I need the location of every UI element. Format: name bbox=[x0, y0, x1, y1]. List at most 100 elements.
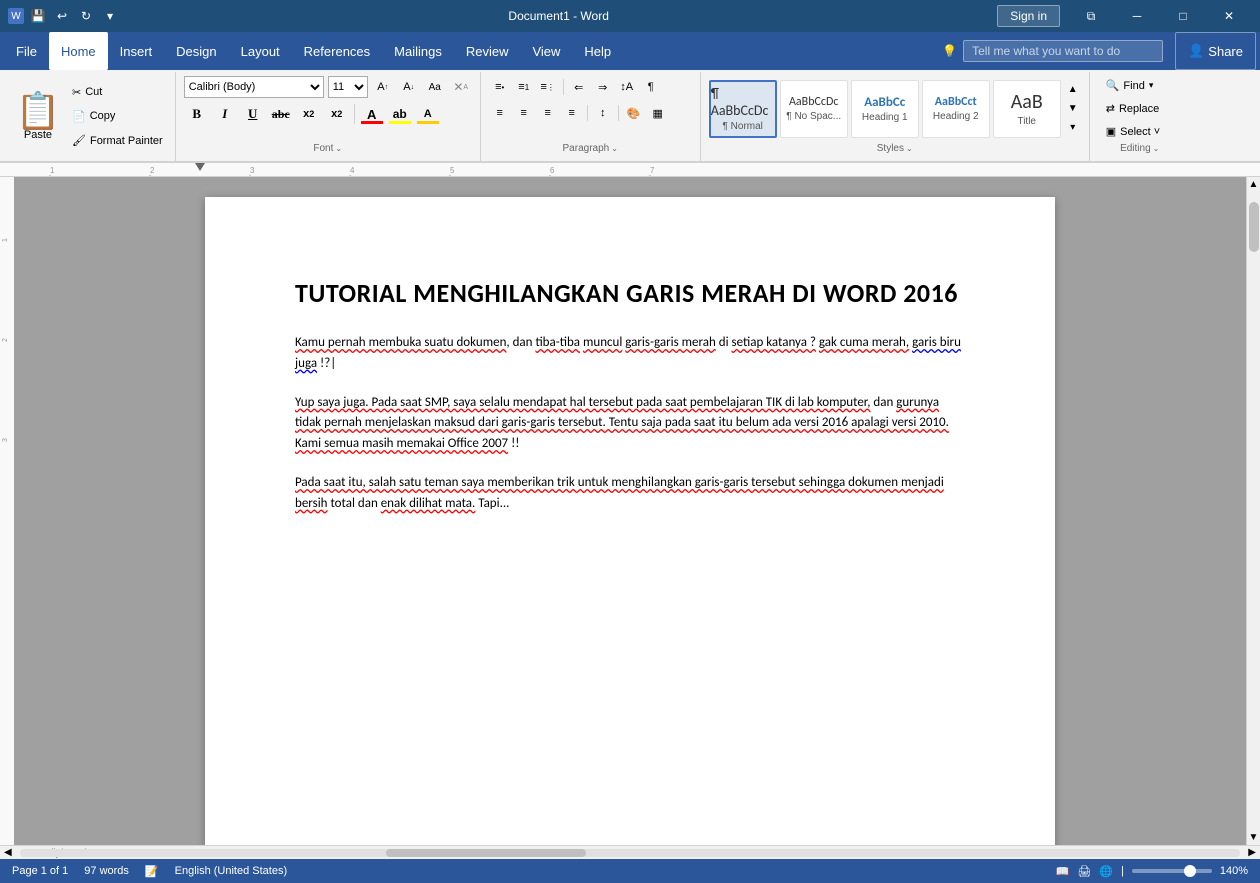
menu-help[interactable]: Help bbox=[572, 32, 623, 70]
scroll-track[interactable] bbox=[1249, 192, 1259, 830]
menu-design[interactable]: Design bbox=[164, 32, 228, 70]
svg-text:5: 5 bbox=[450, 166, 455, 175]
strikethrough-button[interactable]: abc bbox=[268, 102, 294, 126]
menu-view[interactable]: View bbox=[520, 32, 572, 70]
increase-indent-button[interactable]: ⇒ bbox=[592, 76, 614, 98]
border-button[interactable]: ▦ bbox=[647, 102, 669, 124]
undo-button[interactable]: ↩ bbox=[52, 6, 72, 26]
tell-me-input[interactable] bbox=[963, 40, 1163, 62]
web-layout-icon[interactable]: 🌐 bbox=[1099, 865, 1113, 878]
maximize-button[interactable]: □ bbox=[1160, 0, 1206, 32]
highlight-button[interactable]: ab bbox=[387, 102, 413, 126]
scroll-up-button[interactable]: ▲ bbox=[1247, 177, 1260, 192]
document-paragraph-1[interactable]: Kamu pernah membuka suatu dokumen, dan t… bbox=[295, 333, 965, 375]
scroll-right-button[interactable]: ▶ bbox=[1244, 845, 1260, 860]
vertical-scrollbar[interactable]: ▲ ▼ bbox=[1246, 177, 1260, 845]
line-spacing-button[interactable]: ↕ bbox=[592, 102, 614, 124]
style-normal-preview: ¶ AaBbCcDc bbox=[711, 85, 775, 119]
format-painter-button[interactable]: 🖌 Format Painter bbox=[68, 132, 167, 149]
superscript-button[interactable]: x2 bbox=[324, 102, 350, 126]
cut-button[interactable]: ✂ Cut bbox=[68, 84, 167, 101]
align-left-button[interactable]: ≡ bbox=[489, 102, 511, 124]
shading-para-button[interactable]: 🎨 bbox=[623, 102, 645, 124]
cursor bbox=[330, 356, 336, 371]
select-button[interactable]: ▣ Select ˅ bbox=[1098, 122, 1168, 141]
print-layout-icon[interactable]: 🖨 bbox=[1077, 865, 1091, 878]
menu-insert[interactable]: Insert bbox=[108, 32, 165, 70]
replace-button[interactable]: ⇄ Replace bbox=[1098, 99, 1168, 118]
menu-home[interactable]: Home bbox=[49, 32, 108, 70]
quick-access-more[interactable]: ▾ bbox=[100, 6, 120, 26]
clipboard-group: 📋 Paste ✂ Cut 📄 Copy 🖌 Format Painter bbox=[4, 72, 176, 161]
font-top: Calibri (Body) 11 A↑ A↓ Aa ✕A B I U abc … bbox=[184, 76, 472, 141]
save-button[interactable]: 💾 bbox=[28, 6, 48, 26]
menu-layout[interactable]: Layout bbox=[229, 32, 292, 70]
style-nospace[interactable]: AaBbCcDc ¶ No Spac... bbox=[780, 80, 848, 138]
underline-button[interactable]: U bbox=[240, 102, 266, 126]
style-heading2[interactable]: AaBbCct Heading 2 bbox=[922, 80, 990, 138]
paragraph-expand-icon[interactable]: ⌄ bbox=[611, 144, 618, 153]
svg-text:6: 6 bbox=[550, 166, 555, 175]
style-heading1[interactable]: AaBbCc Heading 1 bbox=[851, 80, 919, 138]
read-mode-icon[interactable]: 📖 bbox=[1056, 865, 1070, 878]
minimize-button[interactable]: ─ bbox=[1114, 0, 1160, 32]
style-scroll-more[interactable]: ▾ bbox=[1065, 120, 1081, 136]
justify-button[interactable]: ≡ bbox=[561, 102, 583, 124]
font-size-select[interactable]: 11 bbox=[328, 76, 368, 98]
paste-button[interactable]: 📋 Paste bbox=[12, 89, 64, 145]
align-center-button[interactable]: ≡ bbox=[513, 102, 535, 124]
style-nospace-preview: AaBbCcDc bbox=[789, 95, 838, 109]
text-color-button[interactable]: A bbox=[359, 102, 385, 126]
copy-button[interactable]: 📄 Copy bbox=[68, 108, 167, 125]
bullet-list-button[interactable]: ≡• bbox=[489, 76, 511, 98]
redo-button[interactable]: ↻ bbox=[76, 6, 96, 26]
document-paragraph-3[interactable]: Pada saat itu, salah satu teman saya mem… bbox=[295, 473, 965, 515]
menu-references[interactable]: References bbox=[292, 32, 382, 70]
style-scroll: ▲ ▼ ▾ bbox=[1065, 80, 1081, 138]
italic-button[interactable]: I bbox=[212, 102, 238, 126]
clear-format-button[interactable]: ✕A bbox=[450, 76, 472, 98]
style-scroll-up[interactable]: ▲ bbox=[1065, 82, 1081, 98]
find-button[interactable]: 🔍 Find ▾ bbox=[1098, 76, 1162, 95]
bold-button[interactable]: B bbox=[184, 102, 210, 126]
font-expand-icon[interactable]: ⌄ bbox=[335, 144, 342, 153]
style-title[interactable]: AaB Title bbox=[993, 80, 1061, 138]
paste-label: Paste bbox=[24, 129, 52, 141]
editing-expand-icon[interactable]: ⌄ bbox=[1153, 144, 1160, 153]
page-info: Page 1 of 1 bbox=[12, 865, 68, 877]
numbered-list-button[interactable]: ≡1 bbox=[513, 76, 535, 98]
styles-expand-icon[interactable]: ⌄ bbox=[906, 144, 913, 153]
scroll-thumb[interactable] bbox=[1249, 202, 1259, 252]
menu-file[interactable]: File bbox=[4, 32, 49, 70]
style-title-preview: AaB bbox=[1011, 90, 1043, 114]
font-grow-button[interactable]: A↑ bbox=[372, 76, 394, 98]
subscript-button[interactable]: x2 bbox=[296, 102, 322, 126]
shading-button[interactable]: A bbox=[415, 102, 441, 126]
status-bar: Page 1 of 1 97 words 📝 English (United S… bbox=[0, 859, 1260, 883]
h-scroll-track[interactable] bbox=[20, 849, 1241, 857]
sort-button[interactable]: ↕A bbox=[616, 76, 638, 98]
scroll-down-button[interactable]: ▼ bbox=[1247, 830, 1260, 845]
font-family-select[interactable]: Calibri (Body) bbox=[184, 76, 324, 98]
sign-in-button[interactable]: Sign in bbox=[997, 5, 1060, 27]
align-right-button[interactable]: ≡ bbox=[537, 102, 559, 124]
style-normal[interactable]: ¶ AaBbCcDc ¶ Normal bbox=[709, 80, 777, 138]
document-paragraph-2[interactable]: Yup saya juga. Pada saat SMP, saya selal… bbox=[295, 393, 965, 455]
style-scroll-down[interactable]: ▼ bbox=[1065, 101, 1081, 117]
menu-review[interactable]: Review bbox=[454, 32, 521, 70]
close-button[interactable]: ✕ bbox=[1206, 0, 1252, 32]
show-formatting-button[interactable]: ¶ bbox=[640, 76, 662, 98]
restore-button[interactable]: ⧉ bbox=[1068, 0, 1114, 32]
zoom-slider[interactable] bbox=[1132, 869, 1212, 873]
ruler: 1 2 3 4 5 6 7 bbox=[0, 163, 1260, 177]
multilevel-list-button[interactable]: ≡⋮ bbox=[537, 76, 559, 98]
share-icon: 👤 bbox=[1188, 43, 1204, 59]
share-button[interactable]: 👤 Share bbox=[1175, 32, 1256, 70]
zoom-thumb[interactable] bbox=[1184, 865, 1196, 877]
change-case-button[interactable]: Aa bbox=[424, 76, 446, 98]
menu-mailings[interactable]: Mailings bbox=[382, 32, 454, 70]
decrease-indent-button[interactable]: ⇐ bbox=[568, 76, 590, 98]
h-scroll-thumb[interactable] bbox=[386, 849, 586, 857]
page-scroll-area[interactable]: TUTORIAL MENGHILANGKAN GARIS MERAH DI WO… bbox=[14, 177, 1246, 845]
font-shrink-button[interactable]: A↓ bbox=[398, 76, 420, 98]
